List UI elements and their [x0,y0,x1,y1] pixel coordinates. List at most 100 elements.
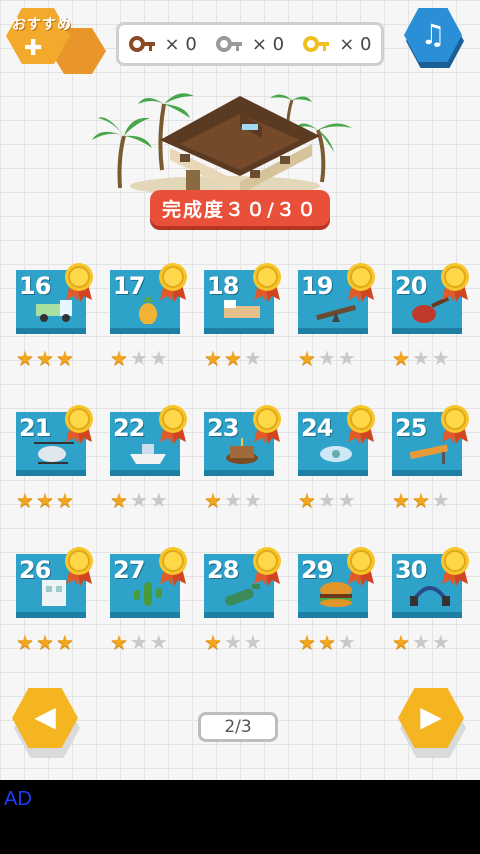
level-tile-18[interactable]: 18 [204,262,281,336]
star-empty-icon: ★ [223,488,242,512]
star-empty-icon: ★ [317,488,336,512]
star-filled-icon: ★ [55,488,74,512]
level-stars-26: ★ ★ ★ [16,632,74,652]
star-filled-icon: ★ [35,630,54,654]
prev-page-button[interactable]: ◀ [12,688,82,762]
star-filled-icon: ★ [35,346,54,370]
star-filled-icon: ★ [55,630,74,654]
star-empty-icon: ★ [431,488,450,512]
level-tile-20[interactable]: 20 [392,262,469,336]
level-tile-19[interactable]: 19 [298,262,375,336]
keys-bar: × 0 × 0 × 0 [116,22,384,66]
music-note-icon: ♫ [420,18,446,51]
gold-medal-icon [253,547,281,586]
level-tile-29[interactable]: 29 [298,546,375,620]
gold-medal-icon [253,263,281,302]
star-filled-icon: ★ [392,630,410,654]
gold-medal-icon [441,405,469,444]
star-empty-icon: ★ [411,630,430,654]
island-house-illustration [92,93,352,196]
star-filled-icon: ★ [298,346,316,370]
star-empty-icon: ★ [129,346,148,370]
completion-label: 完成度３０/３０ [162,198,318,221]
star-filled-icon: ★ [204,346,222,370]
star-filled-icon: ★ [16,346,34,370]
bronze-key-icon [128,36,155,52]
puzzle-icon: ✚ [24,36,43,61]
gold-medal-icon [347,547,375,586]
star-filled-icon: ★ [110,346,128,370]
next-page-button[interactable]: ▶ [398,688,468,762]
star-filled-icon: ★ [55,346,74,370]
gold-medal-icon [347,405,375,444]
gold-medal-icon [441,263,469,302]
level-stars-28: ★ ★ ★ [204,632,262,652]
level-stars-20: ★ ★ ★ [392,348,450,368]
prev-arrow-icon: ◀ [34,700,56,733]
level-stars-30: ★ ★ ★ [392,632,450,652]
level-stars-19: ★ ★ ★ [298,348,356,368]
star-empty-icon: ★ [411,346,430,370]
level-tile-24[interactable]: 24 [298,404,375,478]
silver-key-count: × 0 [251,33,285,55]
level-stars-23: ★ ★ ★ [204,490,262,510]
star-filled-icon: ★ [16,630,34,654]
key-silver: × 0 [215,33,285,55]
level-tile-21[interactable]: 21 [16,404,93,478]
star-empty-icon: ★ [431,346,450,370]
gold-medal-icon [65,547,93,586]
star-empty-icon: ★ [337,630,356,654]
gold-medal-icon [159,263,187,302]
gold-medal-icon [347,263,375,302]
recommend-label: おすすめ [12,17,72,33]
page-indicator: 2/3 [198,712,278,742]
bronze-key-count: × 0 [164,33,197,55]
star-filled-icon: ★ [317,630,336,654]
gold-medal-icon [159,405,187,444]
star-empty-icon: ★ [149,488,168,512]
ad-label: AD [4,788,32,810]
level-stars-18: ★ ★ ★ [204,348,262,368]
level-tile-25[interactable]: 25 [392,404,469,478]
star-filled-icon: ★ [110,630,128,654]
level-tile-27[interactable]: 27 [110,546,187,620]
music-button[interactable]: ♫ [404,8,464,70]
next-arrow-icon: ▶ [420,700,442,733]
gold-key-icon [303,36,330,52]
completion-banner: 完成度３０/３０ [150,190,330,226]
level-tile-28[interactable]: 28 [204,546,281,620]
level-tile-30[interactable]: 30 [392,546,469,620]
level-stars-16: ★ ★ ★ [16,348,74,368]
star-filled-icon: ★ [110,488,128,512]
gold-medal-icon [253,405,281,444]
star-filled-icon: ★ [16,488,34,512]
gold-medal-icon [65,263,93,302]
star-empty-icon: ★ [337,346,356,370]
star-filled-icon: ★ [35,488,54,512]
gold-medal-icon [159,547,187,586]
star-empty-icon: ★ [243,346,262,370]
recommend-button[interactable]: おすすめ ✚ [6,8,106,74]
star-empty-icon: ★ [243,630,262,654]
level-tile-23[interactable]: 23 [204,404,281,478]
level-stars-25: ★ ★ ★ [392,490,450,510]
level-tile-17[interactable]: 17 [110,262,187,336]
star-filled-icon: ★ [411,488,430,512]
ad-banner[interactable]: AD [0,780,480,854]
gold-key-count: × 0 [339,33,372,55]
gold-medal-icon [441,547,469,586]
star-empty-icon: ★ [129,630,148,654]
star-empty-icon: ★ [149,346,168,370]
level-tile-22[interactable]: 22 [110,404,187,478]
level-stars-29: ★ ★ ★ [298,632,356,652]
level-stars-21: ★ ★ ★ [16,490,74,510]
star-filled-icon: ★ [298,630,316,654]
level-stars-22: ★ ★ ★ [110,490,168,510]
level-tile-26[interactable]: 26 [16,546,93,620]
star-empty-icon: ★ [243,488,262,512]
level-stars-24: ★ ★ ★ [298,490,356,510]
star-filled-icon: ★ [204,488,222,512]
star-empty-icon: ★ [129,488,148,512]
level-tile-16[interactable]: 16 [16,262,93,336]
star-empty-icon: ★ [317,346,336,370]
